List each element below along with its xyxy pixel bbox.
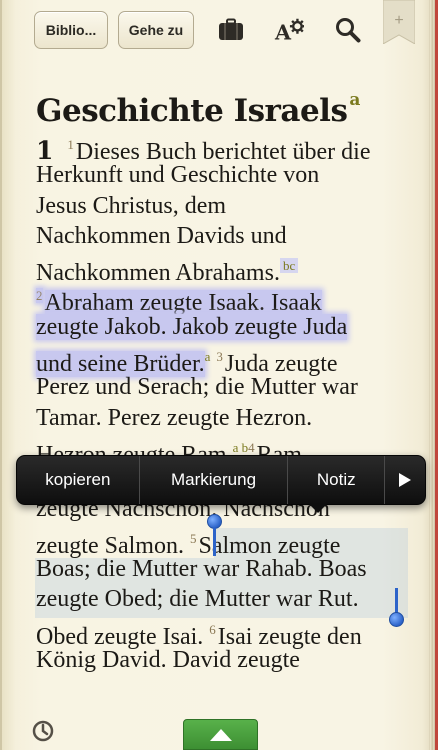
bookmark-add-icon[interactable]: + [382,0,416,45]
footnote-marker[interactable]: bc [279,258,299,274]
clock-icon[interactable] [32,720,54,742]
drawer-toggle-button[interactable] [183,719,258,750]
copy-menu-item[interactable]: kopieren [17,456,140,504]
toolbar: Biblio... Gehe zu A [32,11,399,49]
verse-number: 5 [189,530,197,546]
text-line: und seine Brüder.a 3Juda zeugte [36,342,421,378]
verse-number: 4 [248,439,255,455]
text-line: Boas; die Mutter war Rahab. Boas [36,554,421,584]
reader-window: Biblio... Gehe zu A + Geschichte Israels… [0,0,438,750]
svg-text:+: + [394,12,403,29]
verse-text: Tamar. Perez zeugte Hezron. [36,404,313,431]
text-line: zeugte Salmon. 5Salmon zeugte [36,524,421,559]
library-button[interactable]: Biblio... [34,11,108,49]
text-line: König David. David zeugte [36,645,421,675]
verse-text: zeugte Obed; die Mutter war Rut. [36,586,359,613]
triangle-up-icon [209,728,232,741]
text-line: Jesus Christus, dem [36,191,421,221]
search-icon[interactable] [333,15,363,45]
reading-page[interactable]: Biblio... Gehe zu A + Geschichte Israels… [0,0,429,750]
title-footnote[interactable]: a [349,90,360,110]
menu-pointer [309,504,327,513]
svg-text:A: A [274,20,292,43]
selection-start-caret [213,528,216,556]
verse-text: Herkunft und Geschichte von [36,162,320,189]
selection-start-handle[interactable] [207,514,222,529]
verse-text: Boas; die Mutter war Rahab. Boas [36,556,367,583]
text-line: zeugte Obed; die Mutter war Rut. [36,584,421,614]
text-line: 2Abraham zeugte Isaak. Isaak [36,281,421,317]
verse-text: Perez und Serach; die Mutter war [36,374,358,401]
text-line: Tamar. Perez zeugte Hezron. [36,403,421,433]
verse-number: 3 [216,349,223,365]
context-menu: kopieren Markierung Notiz [16,455,426,513]
scripture-text[interactable]: 1 1Dieses Buch berichtet über die Herkunft… [36,130,421,675]
note-menu-item[interactable]: Notiz [288,456,386,504]
goto-button[interactable]: Gehe zu [118,11,194,49]
chapter-title: Geschichte Israels a [36,90,360,129]
text-line: zeugte Jakob. Jakob zeugte Juda [36,312,421,342]
verse-text: Jesus Christus, dem [36,192,227,219]
text-line: Nachkommen Abrahams. bc [36,251,421,286]
highlight-menu-item[interactable]: Markierung [140,456,289,504]
verse-number: 2 [36,288,43,304]
footnote-marker[interactable]: a b [233,440,249,455]
text-line: Obed zeugte Isai. 6Isai zeugte den [36,615,421,650]
verse-number: 1 [67,137,74,152]
highlighted-text: zeugte Jakob. Jakob zeugte Juda [36,313,348,340]
selection-end-handle[interactable] [389,612,404,627]
play-right-icon [399,473,412,487]
verse-text: Nachkommen Davids und [36,222,287,249]
text-line: Perez und Serach; die Mutter war [36,372,421,402]
verse-number: 6 [209,621,216,637]
font-settings-icon[interactable]: A [274,15,304,45]
briefcase-icon[interactable] [216,15,246,45]
text-line: 1 1Dieses Buch berichtet über die [36,130,421,165]
more-menu-item[interactable] [385,456,425,504]
text-line: Nachkommen Davids und [36,221,421,251]
chapter-header: Geschichte Israels a [36,78,416,133]
verse-text: König David. David zeugte [36,647,300,674]
